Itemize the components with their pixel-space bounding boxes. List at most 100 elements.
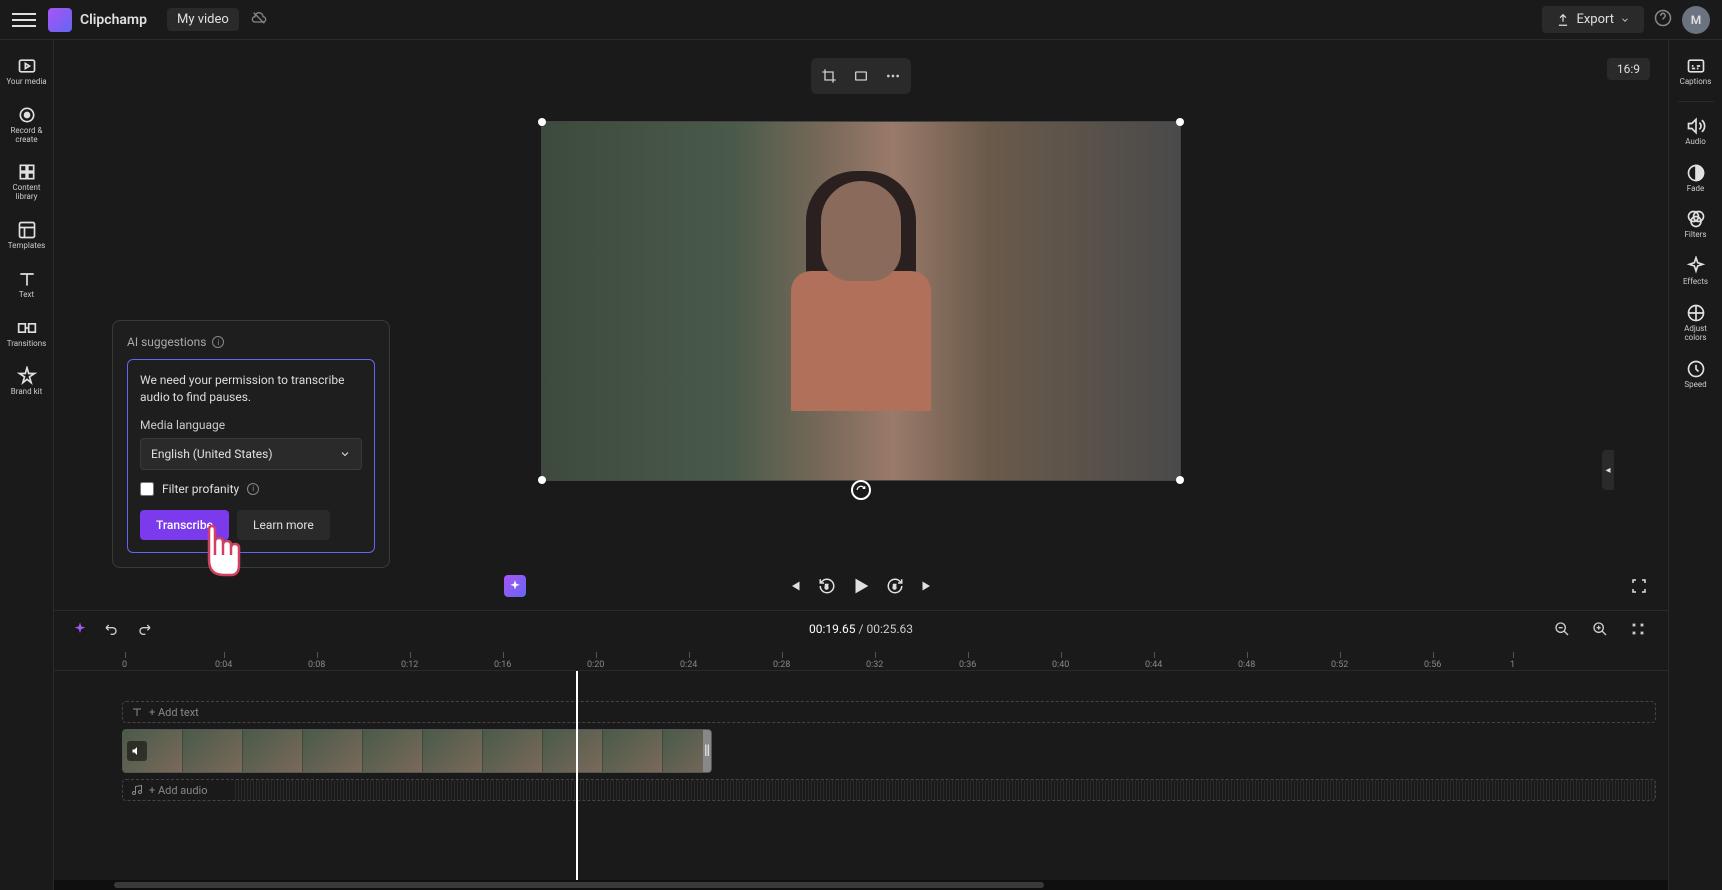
audio-track[interactable]: + Add audio <box>122 779 1656 801</box>
transitions-icon <box>17 318 37 338</box>
skip-forward-button[interactable] <box>918 577 936 595</box>
sidebar-label: Text <box>19 291 34 300</box>
sidebar-label: Fade <box>1687 185 1704 194</box>
sidebar-record-create[interactable]: Record & create <box>3 97 51 153</box>
more-tool[interactable] <box>879 62 907 90</box>
timeline-ai-button[interactable] <box>66 615 94 643</box>
clip-trim-handle[interactable]: ‖ <box>703 730 711 772</box>
info-icon[interactable]: i <box>247 483 259 495</box>
sidebar-your-media[interactable]: Your media <box>3 48 51 95</box>
speed-icon <box>1686 359 1706 379</box>
zoom-fit-button[interactable] <box>1624 615 1652 643</box>
ruler-tick: 0:48 <box>1238 660 1255 670</box>
sidebar-captions[interactable]: Captions <box>1672 48 1720 95</box>
scrollbar-thumb[interactable] <box>114 882 1044 888</box>
rewind-button[interactable]: 5 <box>818 577 836 595</box>
crop-tool[interactable] <box>815 62 843 90</box>
sidebar-brand-kit[interactable]: Brand kit <box>3 358 51 405</box>
ruler-tick: 0:24 <box>680 660 697 670</box>
user-avatar[interactable]: M <box>1682 6 1710 34</box>
language-select[interactable]: English (United States) <box>140 438 362 470</box>
brand-name: Clipchamp <box>80 12 147 28</box>
sidebar-label: Adjust colors <box>1674 325 1718 343</box>
playhead[interactable] <box>576 671 578 880</box>
refresh-icon[interactable] <box>851 480 871 500</box>
ruler-tick: 0:20 <box>587 660 604 670</box>
ai-panel-body: We need your permission to transcribe au… <box>140 372 362 406</box>
music-icon <box>131 784 143 796</box>
library-icon <box>17 162 37 182</box>
ai-suggestions-panel: AI suggestions i We need your permission… <box>112 320 390 568</box>
info-icon[interactable]: i <box>212 336 224 348</box>
ruler-tick: 1 <box>1510 660 1515 670</box>
ai-sparkle-button[interactable] <box>504 575 526 597</box>
ruler-tick: 0:12 <box>401 660 418 670</box>
sidebar-speed[interactable]: Speed <box>1672 351 1720 398</box>
ai-panel-title: AI suggestions <box>127 335 206 349</box>
timeline-ruler[interactable]: 0 0:04 0:08 0:12 0:16 0:20 0:24 0:28 0:3… <box>54 647 1668 671</box>
sidebar-templates[interactable]: Templates <box>3 212 51 259</box>
sidebar-text[interactable]: Text <box>3 261 51 308</box>
video-title-input[interactable]: My video <box>167 8 239 31</box>
undo-button[interactable] <box>98 615 126 643</box>
video-preview-canvas[interactable] <box>541 121 1181 481</box>
ruler-tick: 0:32 <box>866 660 883 670</box>
profanity-label: Filter profanity <box>162 482 239 496</box>
ruler-tick: 0:16 <box>494 660 511 670</box>
video-clip[interactable]: ‖ <box>122 729 712 773</box>
sidebar-adjust-colors[interactable]: Adjust colors <box>1672 295 1720 351</box>
captions-icon <box>1686 56 1706 76</box>
clipchamp-logo-icon <box>48 8 72 32</box>
upload-icon <box>1556 13 1570 27</box>
learn-more-button[interactable]: Learn more <box>237 510 330 540</box>
audio-icon <box>1686 116 1706 136</box>
svg-text:5: 5 <box>893 584 897 591</box>
timeline-scrollbar[interactable] <box>54 880 1668 890</box>
redo-button[interactable] <box>130 615 158 643</box>
effects-icon <box>1686 256 1706 276</box>
fit-tool[interactable] <box>847 62 875 90</box>
filter-profanity-checkbox[interactable]: Filter profanity i <box>140 482 362 496</box>
sidebar-label: Brand kit <box>11 388 42 397</box>
aspect-ratio-selector[interactable]: 16:9 <box>1607 58 1650 80</box>
sidebar-label: Filters <box>1684 231 1706 240</box>
play-button[interactable] <box>850 575 872 597</box>
ruler-tick: 0:56 <box>1424 660 1441 670</box>
sidebar-label: Captions <box>1680 78 1712 87</box>
skip-back-button[interactable] <box>786 577 804 595</box>
brand-logo-area[interactable]: Clipchamp <box>48 8 147 32</box>
sidebar-filters[interactable]: Filters <box>1672 201 1720 248</box>
ruler-tick: 0:44 <box>1145 660 1162 670</box>
sidebar-fade[interactable]: Fade <box>1672 155 1720 202</box>
transcribe-button[interactable]: Transcribe <box>140 510 229 540</box>
templates-icon <box>17 220 37 240</box>
ruler-tick: 0:08 <box>308 660 325 670</box>
sidebar-label: Content library <box>5 184 49 202</box>
ruler-tick: 0:52 <box>1331 660 1348 670</box>
preview-toolbar <box>811 58 911 94</box>
sync-status-icon <box>251 10 267 30</box>
ruler-tick: 0 <box>122 660 127 670</box>
zoom-out-button[interactable] <box>1548 615 1576 643</box>
sidebar-transitions[interactable]: Transitions <box>3 310 51 357</box>
fullscreen-button[interactable] <box>1630 577 1648 595</box>
ruler-tick: 0:36 <box>959 660 976 670</box>
sidebar-content-library[interactable]: Content library <box>3 154 51 210</box>
sidebar-audio[interactable]: Audio <box>1672 108 1720 155</box>
profanity-checkbox-input[interactable] <box>140 482 154 496</box>
mute-icon[interactable] <box>127 741 147 761</box>
sidebar-label: Record & create <box>5 127 49 145</box>
sidebar-label: Audio <box>1685 138 1706 147</box>
sidebar-effects[interactable]: Effects <box>1672 248 1720 295</box>
text-track[interactable]: + Add text <box>122 701 1656 723</box>
forward-button[interactable]: 5 <box>886 577 904 595</box>
help-button[interactable] <box>1654 9 1672 31</box>
chevron-down-icon <box>1620 15 1630 25</box>
zoom-in-button[interactable] <box>1586 615 1614 643</box>
text-icon <box>131 706 143 718</box>
text-icon <box>17 269 37 289</box>
brand-icon <box>17 366 37 386</box>
export-button[interactable]: Export <box>1542 6 1644 33</box>
right-panel-toggle[interactable]: ◂ <box>1602 450 1614 490</box>
menu-button[interactable] <box>12 8 36 32</box>
